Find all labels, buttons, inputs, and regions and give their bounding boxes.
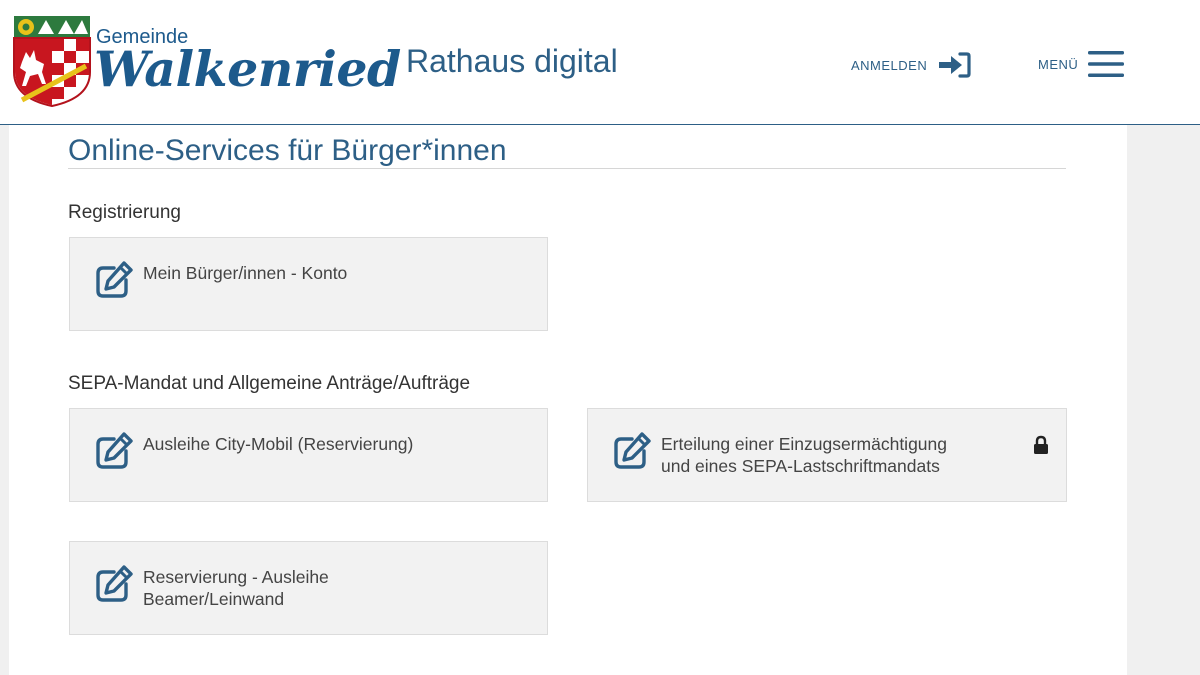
site-title: Rathaus digital: [406, 43, 618, 79]
edit-icon: [96, 432, 133, 469]
logo-name: Walkenried: [94, 40, 401, 98]
edit-icon: [614, 432, 651, 469]
service-card-buergerkonto[interactable]: Mein Bürger/innen - Konto: [69, 237, 548, 331]
card-label: Reservierung - Ausleihe Beamer/Leinwand: [143, 566, 329, 610]
login-label: ANMELDEN: [851, 57, 928, 73]
card-label-line1: Reservierung - Ausleihe: [143, 567, 329, 587]
menu-button[interactable]: MENÜ: [1038, 44, 1125, 84]
municipality-logo[interactable]: Gemeinde Walkenried: [12, 14, 401, 110]
left-gutter: [0, 125, 9, 675]
card-label-line1: Mein Bürger/innen - Konto: [143, 263, 348, 283]
service-card-beamer[interactable]: Reservierung - Ausleihe Beamer/Leinwand: [69, 541, 548, 635]
section-heading-sepa: SEPA-Mandat und Allgemeine Anträge/Auftr…: [68, 373, 471, 394]
site-header: Gemeinde Walkenried Rathaus digital ANME…: [0, 0, 1200, 125]
service-card-city-mobil[interactable]: Ausleihe City-Mobil (Reservierung): [69, 408, 548, 502]
page-title: Online-Services für Bürger*innen: [68, 134, 507, 167]
card-label-line2: und eines SEPA-Lastschriftmandats: [661, 456, 940, 476]
sign-in-icon: [939, 52, 971, 78]
edit-icon: [96, 565, 133, 602]
card-label-line1: Ausleihe City-Mobil (Reservierung): [143, 434, 414, 454]
lock-icon: [1034, 435, 1048, 454]
right-gutter: [1127, 125, 1200, 675]
login-button[interactable]: ANMELDEN: [851, 48, 971, 82]
coat-of-arms-icon: [13, 16, 91, 108]
card-label: Erteilung einer Einzugsermächtigung und …: [661, 433, 947, 477]
card-label-line2: Beamer/Leinwand: [143, 589, 285, 609]
section-heading-registrierung: Registrierung: [68, 202, 181, 223]
edit-icon: [96, 261, 133, 298]
service-card-sepa-mandat[interactable]: Erteilung einer Einzugsermächtigung und …: [587, 408, 1067, 502]
card-label: Mein Bürger/innen - Konto: [143, 262, 347, 284]
title-divider: [68, 168, 1066, 169]
card-label-line1: Erteilung einer Einzugsermächtigung: [661, 434, 947, 454]
hamburger-icon: [1088, 51, 1125, 77]
menu-label: MENÜ: [1038, 56, 1079, 72]
card-label: Ausleihe City-Mobil (Reservierung): [143, 433, 413, 455]
